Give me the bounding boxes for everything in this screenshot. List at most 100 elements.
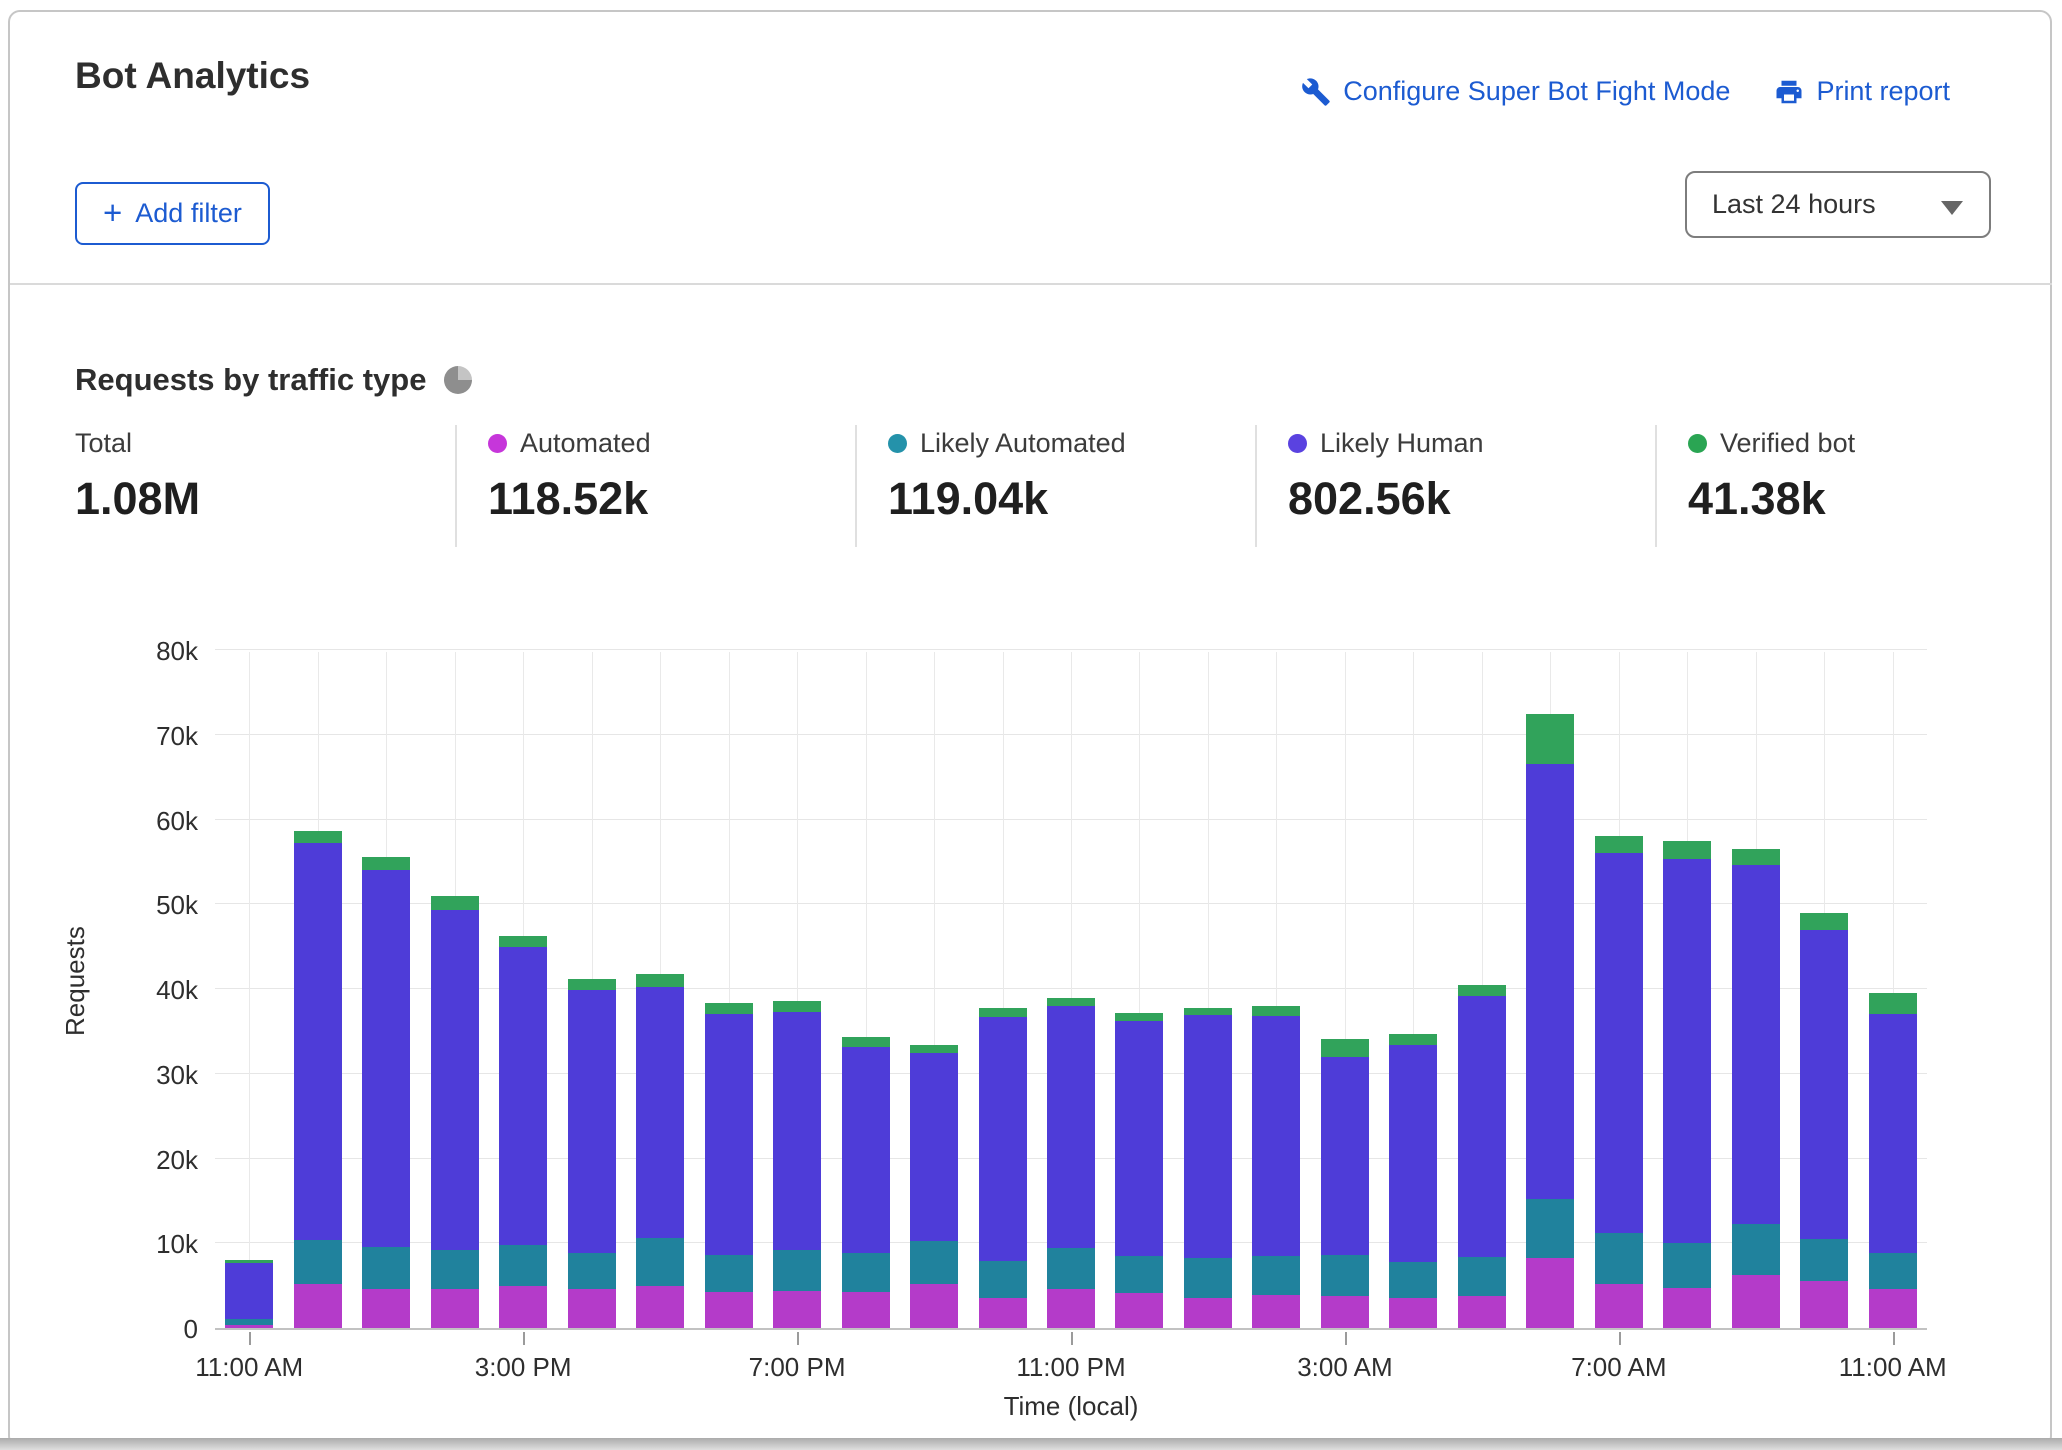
bar-segment-likely-human (1800, 930, 1848, 1239)
bar-segment-automated (1800, 1281, 1848, 1328)
pie-chart-icon (444, 366, 472, 394)
bar-segment-verified-bot (1869, 993, 1917, 1014)
stat-likely-human-label: Likely Human (1320, 428, 1484, 459)
bar-segment-likely-human (1184, 1015, 1232, 1257)
bar-segment-likely-automated (294, 1240, 342, 1284)
bar-segment-automated (1526, 1258, 1574, 1328)
bar-segment-automated (431, 1289, 479, 1328)
printer-icon (1774, 77, 1804, 107)
add-filter-label: Add filter (135, 198, 242, 229)
x-axis-tick (797, 1332, 799, 1345)
bar-segment-likely-human (568, 990, 616, 1253)
bar-segment-automated (499, 1286, 547, 1328)
bar-segment-likely-automated (842, 1253, 890, 1292)
section-title-row: Requests by traffic type (75, 362, 472, 398)
bar-segment-likely-automated (1184, 1258, 1232, 1299)
bar-segment-verified-bot (568, 979, 616, 990)
bar-segment-likely-automated (636, 1238, 684, 1286)
header-divider (10, 283, 2052, 285)
time-range-select[interactable]: Last 24 hours (1685, 171, 1991, 238)
plot-area (215, 652, 1927, 1330)
bar-segment-likely-human (431, 910, 479, 1250)
bar-segment-automated (979, 1298, 1027, 1328)
stat-verified-bot: Verified bot 41.38k (1688, 428, 1855, 525)
stat-likely-automated-label: Likely Automated (920, 428, 1126, 459)
bar-segment-likely-automated (362, 1247, 410, 1289)
page-title: Bot Analytics (75, 55, 310, 97)
bar-segment-automated (362, 1289, 410, 1328)
add-filter-button[interactable]: + Add filter (75, 182, 270, 245)
bar-segment-likely-automated (1595, 1233, 1643, 1284)
x-tick-label: 7:00 PM (707, 1352, 887, 1383)
print-report-link[interactable]: Print report (1774, 76, 1950, 107)
bar-segment-automated (1389, 1298, 1437, 1329)
gridline-vertical (249, 652, 250, 1328)
configure-link-label: Configure Super Bot Fight Mode (1343, 76, 1730, 107)
bar-segment-likely-automated (225, 1319, 273, 1325)
y-tick-label: 50k (88, 890, 198, 921)
configure-super-bot-fight-mode-link[interactable]: Configure Super Bot Fight Mode (1301, 76, 1730, 107)
likely-automated-dot (888, 434, 907, 453)
bar-segment-likely-automated (1047, 1248, 1095, 1290)
bar-segment-verified-bot (1184, 1008, 1232, 1016)
stat-likely-automated: Likely Automated 119.04k (888, 428, 1126, 525)
y-tick-label: 60k (88, 806, 198, 837)
bar-segment-likely-automated (1732, 1224, 1780, 1275)
plus-icon: + (103, 196, 122, 229)
chevron-down-icon (1941, 201, 1963, 215)
bar-segment-verified-bot (1321, 1039, 1369, 1057)
bar-segment-likely-human (1526, 764, 1574, 1199)
bar-segment-automated (1732, 1275, 1780, 1328)
bar-segment-automated (1047, 1289, 1095, 1328)
x-tick-label: 11:00 AM (159, 1352, 339, 1383)
x-tick-label: 3:00 PM (433, 1352, 613, 1383)
bar-segment-likely-human (1389, 1045, 1437, 1262)
bar-segment-likely-human (1732, 865, 1780, 1223)
x-axis-tick (249, 1332, 251, 1345)
bar-segment-automated (225, 1325, 273, 1328)
bar-segment-verified-bot (636, 974, 684, 988)
bar-segment-likely-automated (1869, 1253, 1917, 1289)
bar-segment-likely-human (705, 1014, 753, 1255)
y-tick-label: 10k (88, 1229, 198, 1260)
bar-segment-likely-human (1458, 996, 1506, 1257)
time-range-value: Last 24 hours (1712, 189, 1876, 220)
bar-segment-likely-human (1663, 859, 1711, 1244)
bar-segment-verified-bot (1526, 714, 1574, 765)
bar-segment-likely-human (1047, 1006, 1095, 1248)
bar-segment-verified-bot (1458, 985, 1506, 996)
bar-segment-automated (910, 1284, 958, 1328)
bar-segment-likely-automated (431, 1250, 479, 1289)
print-link-label: Print report (1816, 76, 1950, 107)
bar-segment-automated (842, 1292, 890, 1328)
bar-segment-automated (705, 1292, 753, 1328)
bar-segment-verified-bot (1389, 1034, 1437, 1045)
bar-segment-likely-human (1115, 1021, 1163, 1256)
bar-segment-verified-bot (1047, 998, 1095, 1006)
next-card-top-edge (0, 1438, 2062, 1450)
bar-segment-verified-bot (1252, 1006, 1300, 1016)
y-tick-label: 30k (88, 1060, 198, 1091)
bar-segment-verified-bot (1732, 849, 1780, 865)
likely-human-dot (1288, 434, 1307, 453)
x-axis-tick (1619, 1332, 1621, 1345)
bar-segment-automated (1663, 1288, 1711, 1328)
bar-segment-automated (1252, 1295, 1300, 1328)
stat-divider (1655, 425, 1657, 547)
bar-segment-automated (1458, 1296, 1506, 1328)
bar-segment-likely-human (1321, 1057, 1369, 1255)
section-title: Requests by traffic type (75, 362, 426, 398)
bar-segment-likely-human (910, 1053, 958, 1241)
bar-segment-likely-automated (1663, 1243, 1711, 1288)
bar-segment-automated (1321, 1296, 1369, 1328)
stat-automated-label: Automated (520, 428, 651, 459)
bar-segment-verified-bot (1800, 913, 1848, 930)
bar-segment-likely-automated (1252, 1256, 1300, 1295)
bar-segment-likely-automated (1800, 1239, 1848, 1281)
y-tick-label: 20k (88, 1145, 198, 1176)
bar-segment-verified-bot (1115, 1013, 1163, 1021)
bar-segment-verified-bot (431, 896, 479, 910)
x-axis-tick (523, 1332, 525, 1345)
y-tick-label: 0 (88, 1314, 198, 1345)
bar-segment-likely-human (1595, 853, 1643, 1233)
